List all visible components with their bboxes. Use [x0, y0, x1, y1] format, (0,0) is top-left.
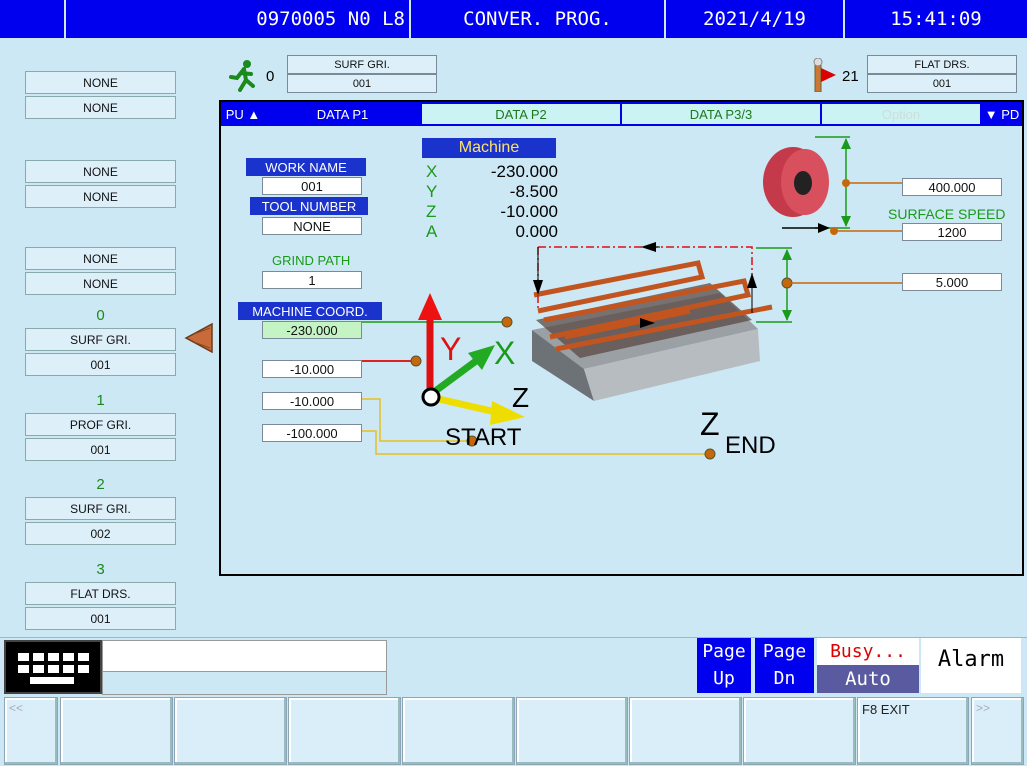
auto-mode-status: Auto	[817, 665, 919, 693]
page-up-tab[interactable]: PU ▲	[223, 104, 263, 124]
marker-dot	[501, 316, 513, 328]
keyboard-button[interactable]	[4, 640, 102, 694]
arrowhead	[641, 242, 656, 252]
step-number: 2	[96, 476, 105, 493]
step-type[interactable]: SURF GRI.	[25, 328, 176, 351]
depth-field[interactable]: 5.000	[902, 273, 1002, 291]
message-line	[102, 672, 387, 695]
left-slot-3b[interactable]: NONE	[25, 272, 176, 295]
page-dn-line2: Dn	[773, 668, 796, 689]
tool-number-field[interactable]: NONE	[262, 217, 362, 235]
left-slot-2b[interactable]: NONE	[25, 185, 176, 208]
header-blank-cell	[0, 0, 66, 38]
softkey-f6[interactable]	[629, 697, 742, 765]
softkey-f2[interactable]	[174, 697, 287, 765]
wheel-diameter-field[interactable]: 400.000	[902, 178, 1002, 196]
step-number: 3	[96, 561, 105, 578]
y-arrow-head	[418, 293, 442, 320]
step-value[interactable]: 001	[25, 607, 176, 630]
zend-z-label: Z	[700, 406, 720, 442]
start-label: START	[445, 424, 522, 451]
page-down-button[interactable]: Page Dn	[755, 638, 814, 693]
step-type[interactable]: PROF GRI.	[25, 413, 176, 436]
prev-softkeys-button[interactable]: <<	[4, 697, 58, 765]
program-number: 0970005 N0 L8	[66, 0, 411, 38]
grind-path-field[interactable]: 1	[262, 271, 362, 289]
arrowhead	[747, 273, 757, 288]
machine-coord-field[interactable]: -230.000	[262, 321, 362, 339]
busy-status: Busy...	[817, 638, 919, 665]
tab-data-p3[interactable]: DATA P3/3	[622, 104, 820, 124]
z-end-field[interactable]: -100.000	[262, 424, 362, 442]
header-bar: 0970005 N0 L8 CONVER. PROG. 2021/4/19 15…	[0, 0, 1027, 38]
time-display: 15:41:09	[845, 0, 1027, 38]
surface-speed-label: SURFACE SPEED	[888, 206, 1006, 222]
tab-option[interactable]: Option	[822, 104, 980, 124]
arrowhead	[782, 310, 792, 321]
page-dn-line1: Page	[762, 641, 807, 662]
running-man-icon	[229, 60, 255, 92]
left-slot-2a[interactable]: NONE	[25, 160, 176, 183]
flag-icon	[813, 58, 836, 92]
page-down-tab[interactable]: ▼ PD	[982, 104, 1022, 124]
top-left-value: 001	[287, 74, 437, 93]
arrowhead	[782, 249, 792, 260]
softkey-f1[interactable]	[60, 697, 173, 765]
tab-data-p1[interactable]: DATA P1	[265, 104, 420, 124]
keyboard-icon	[18, 653, 89, 684]
top-left-label: SURF GRI.	[287, 55, 437, 74]
step-value[interactable]: 002	[25, 522, 176, 545]
wheel-hub	[794, 171, 812, 195]
left-slot-3a[interactable]: NONE	[25, 247, 176, 270]
top-right-label: FLAT DRS.	[867, 55, 1017, 74]
zend-sub-label: END	[725, 432, 776, 459]
marker-dot	[704, 448, 716, 460]
y-offset-field[interactable]: -10.000	[262, 360, 362, 378]
work-name-label: WORK NAME	[246, 158, 366, 176]
tool-number-label: TOOL NUMBER	[250, 197, 368, 215]
grind-path-label: GRIND PATH	[272, 253, 351, 268]
x-axis-label: X	[494, 335, 516, 371]
origin-marker	[421, 387, 441, 407]
z-offset-field[interactable]: -10.000	[262, 392, 362, 410]
grinding-diagram	[362, 136, 902, 460]
mode-title: CONVER. PROG.	[411, 0, 666, 38]
step-type[interactable]: FLAT DRS.	[25, 582, 176, 605]
arrowhead	[818, 223, 830, 233]
date-display: 2021/4/19	[666, 0, 845, 38]
tab-data-p2[interactable]: DATA P2	[422, 104, 620, 124]
input-line[interactable]	[102, 640, 387, 672]
left-slot-1b[interactable]: NONE	[25, 96, 176, 119]
step-value[interactable]: 001	[25, 353, 176, 376]
f8-exit-button[interactable]: F8 EXIT	[857, 697, 969, 765]
current-step-pointer-icon	[184, 322, 213, 354]
arrowhead	[841, 216, 851, 227]
leader-line	[362, 430, 710, 455]
page-up-button[interactable]: Page Up	[697, 638, 751, 693]
work-name-field[interactable]: 001	[262, 177, 362, 195]
z-axis-label: Z	[512, 382, 530, 413]
left-slot-1a[interactable]: NONE	[25, 71, 176, 94]
page-up-line1: Page	[702, 641, 746, 662]
step-type[interactable]: SURF GRI.	[25, 497, 176, 520]
z-axis-arrow	[429, 393, 501, 417]
softkey-f7[interactable]	[743, 697, 856, 765]
top-right-count: 21	[842, 68, 859, 85]
step-number: 0	[96, 307, 105, 324]
page-up-line2: Up	[713, 668, 735, 689]
step-number: 1	[96, 392, 105, 409]
marker-dot	[410, 355, 422, 367]
y-axis-label: Y	[440, 331, 462, 367]
softkey-f4[interactable]	[402, 697, 515, 765]
surface-speed-field[interactable]: 1200	[902, 223, 1002, 241]
top-left-count: 0	[266, 68, 275, 85]
alarm-button[interactable]: Alarm	[921, 638, 1021, 693]
softkey-f5[interactable]	[516, 697, 628, 765]
top-right-value: 001	[867, 74, 1017, 93]
step-value[interactable]: 001	[25, 438, 176, 461]
softkey-f3[interactable]	[288, 697, 401, 765]
next-softkeys-button[interactable]: >>	[971, 697, 1024, 765]
arrowhead	[841, 138, 851, 149]
